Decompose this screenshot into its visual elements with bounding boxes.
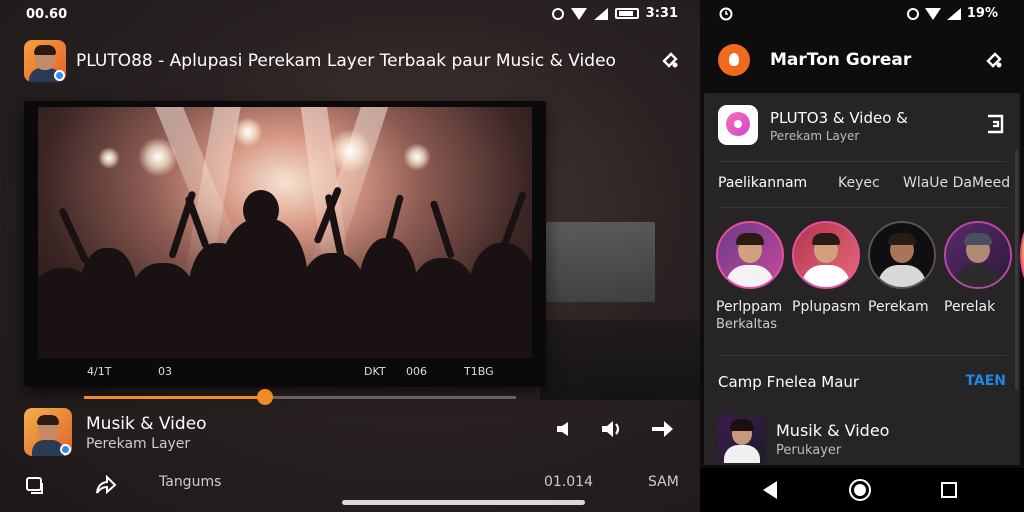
list-item-title: Musik & Video xyxy=(776,421,890,440)
status-bar-right: 19% xyxy=(700,0,1024,30)
creator-avatar-2[interactable] xyxy=(792,221,860,289)
status-icons: 3:31 xyxy=(551,6,678,21)
creator-label-1: Perlppam xyxy=(716,299,783,315)
app-header: MarTon Gorear xyxy=(700,38,1024,82)
list-item-thumbnail xyxy=(718,415,766,463)
alarm-icon xyxy=(906,7,919,20)
creator-avatar-1[interactable] xyxy=(716,221,784,289)
divider xyxy=(718,161,1006,162)
creator-label-2: Pplupasm xyxy=(792,299,861,315)
brand-logo-icon[interactable] xyxy=(718,44,750,76)
app-name: PLUTO3 & Video & xyxy=(770,109,908,127)
system-nav-bar xyxy=(700,468,1024,512)
signal-icon xyxy=(946,7,961,20)
video-title: PLUTO88 - Aplupasi Perekam Layer Terbaak… xyxy=(76,51,616,71)
bottom-toolbar: Tangums 01.014 SAM xyxy=(24,472,684,498)
app-page-pane: 19% MarTon Gorear PLUTO3 & Video & Perek… xyxy=(700,0,1024,512)
bottom-value: 01.014 xyxy=(544,474,593,490)
app-icon xyxy=(718,105,758,145)
background-desk xyxy=(540,320,700,400)
recent-apps-icon[interactable] xyxy=(941,482,957,498)
timecode-3: DKT xyxy=(364,365,386,378)
timecode-2: 03 xyxy=(158,365,172,378)
open-external-icon[interactable] xyxy=(984,113,1006,135)
verified-badge-icon xyxy=(60,444,71,455)
creator-avatar-3[interactable] xyxy=(868,221,936,289)
section-title: Camp Fnelea Maur xyxy=(718,373,860,391)
forward-icon[interactable] xyxy=(94,475,118,497)
home-indicator[interactable] xyxy=(342,500,585,505)
section-action-link[interactable]: TAEN xyxy=(965,373,1006,389)
bottom-label[interactable]: Tangums xyxy=(159,474,221,490)
playlist-icon[interactable] xyxy=(24,475,46,497)
scrollbar[interactable] xyxy=(1015,150,1018,390)
volume-low-icon[interactable] xyxy=(554,419,574,439)
seek-bar[interactable] xyxy=(84,389,516,405)
now-playing: Musik & Video Perekam Layer xyxy=(24,408,684,456)
battery-percent: 19% xyxy=(966,6,998,21)
divider xyxy=(718,207,1006,208)
channel-avatar[interactable] xyxy=(24,40,66,82)
creator-avatar-4[interactable] xyxy=(944,221,1012,289)
divider xyxy=(718,355,1006,356)
tab-keyec[interactable]: Keyec xyxy=(838,175,880,191)
back-icon[interactable] xyxy=(763,481,777,499)
background-monitor xyxy=(545,222,655,302)
clock-icon xyxy=(719,7,733,21)
app-header-title: MarTon Gorear xyxy=(770,50,912,70)
creator-avatar-5-partial[interactable] xyxy=(1020,221,1024,289)
app-subtitle: Perekam Layer xyxy=(770,129,860,143)
status-icons-right: 19% xyxy=(906,6,998,21)
seek-bar-fill xyxy=(84,396,266,399)
status-bar: 00.60 3:31 xyxy=(0,0,700,30)
volume-high-icon[interactable] xyxy=(600,418,624,440)
creator-sublabel-1: Berkaltas xyxy=(716,317,777,332)
now-playing-avatar[interactable] xyxy=(24,408,72,456)
list-item-subtitle: Perukayer xyxy=(776,443,842,458)
player-header: PLUTO88 - Aplupasi Perekam Layer Terbaak… xyxy=(24,40,684,82)
crowd-silhouette xyxy=(38,186,532,358)
tab-bar: Paelikannam Keyec WlaUe DaMeed xyxy=(718,173,1018,195)
battery-icon xyxy=(614,8,639,19)
timecode-4: 006 xyxy=(406,365,427,378)
app-info-row[interactable]: PLUTO3 & Video & Perekam Layer xyxy=(718,105,1008,151)
alarm-icon xyxy=(551,7,564,20)
video-timecodes: 4/1T 03 DKT 006 T1BG xyxy=(24,363,546,381)
tab-wlaue-dameed[interactable]: WlaUe DaMeed xyxy=(903,175,1010,191)
status-clock: 3:31 xyxy=(645,6,678,21)
creator-label-3: Perekam xyxy=(868,299,929,315)
video-player[interactable]: 4/1T 03 DKT 006 T1BG xyxy=(24,101,546,387)
bottom-end: SAM xyxy=(648,474,679,490)
tab-paelikannam[interactable]: Paelikannam xyxy=(718,175,807,191)
signal-icon xyxy=(593,7,608,20)
player-pane: 00.60 3:31 PLUTO88 - Aplupasi Perekam La… xyxy=(0,0,700,512)
verified-badge-icon xyxy=(54,70,65,81)
share-icon[interactable] xyxy=(660,50,680,70)
video-frame-concert xyxy=(38,107,532,358)
timecode-1: 4/1T xyxy=(87,365,112,378)
list-item[interactable]: Musik & Video Perukayer xyxy=(718,413,1008,463)
home-icon[interactable] xyxy=(849,479,871,501)
creator-label-4: Perelak xyxy=(944,299,996,315)
now-playing-subtitle: Perekam Layer xyxy=(86,436,191,452)
app-details-card: PLUTO3 & Video & Perekam Layer Paelikann… xyxy=(704,93,1024,465)
share-icon[interactable] xyxy=(984,50,1004,70)
seek-bar-thumb[interactable] xyxy=(257,389,274,405)
status-time: 00.60 xyxy=(26,7,68,22)
playback-controls xyxy=(554,418,674,440)
timecode-5: T1BG xyxy=(464,365,494,378)
now-playing-title: Musik & Video xyxy=(86,414,207,434)
wifi-icon xyxy=(924,7,941,20)
wifi-icon xyxy=(570,7,587,20)
section-header: Camp Fnelea Maur TAEN xyxy=(718,371,1008,393)
creator-carousel: Perlppam Berkaltas Pplupasm Perekam Pere… xyxy=(716,221,1024,341)
share-arrow-icon[interactable] xyxy=(650,419,674,439)
